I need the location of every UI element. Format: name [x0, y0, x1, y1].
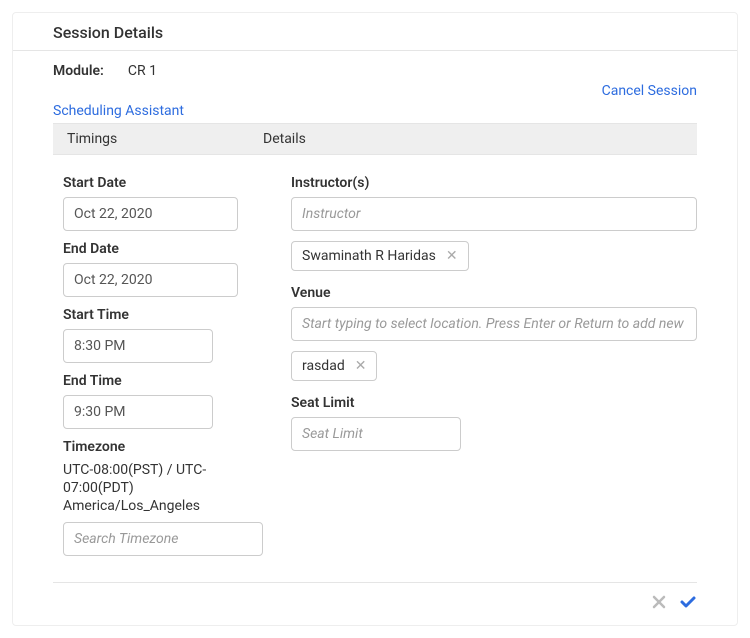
timings-header: Timings — [53, 131, 263, 147]
end-date-label: End Date — [63, 241, 263, 257]
close-icon[interactable]: ✕ — [355, 359, 367, 373]
details-header: Details — [263, 131, 306, 147]
end-time-input[interactable] — [63, 395, 213, 429]
seat-limit-label: Seat Limit — [291, 395, 697, 411]
module-value: CR 1 — [128, 63, 157, 79]
cancel-session-row: Cancel Session — [13, 83, 737, 103]
section-headers: Timings Details — [53, 123, 697, 155]
page-title: Session Details — [53, 23, 697, 42]
panel-header: Session Details — [13, 23, 737, 51]
end-date-input[interactable] — [63, 263, 238, 297]
module-row: Module: CR 1 — [13, 63, 737, 83]
scheduling-assistant-link[interactable]: Scheduling Assistant — [53, 103, 184, 119]
instructor-input[interactable] — [291, 197, 697, 231]
scheduling-assistant-row: Scheduling Assistant — [13, 103, 737, 123]
instructor-chip-label: Swaminath R Haridas — [302, 248, 436, 264]
timings-column: Start Date End Date Start Time End Time … — [63, 169, 263, 566]
start-date-input[interactable] — [63, 197, 238, 231]
check-icon[interactable] — [679, 593, 697, 615]
seat-limit-input[interactable] — [291, 417, 461, 451]
details-column: Instructor(s) Swaminath R Haridas ✕ Venu… — [291, 169, 697, 566]
end-time-label: End Time — [63, 373, 263, 389]
start-date-label: Start Date — [63, 175, 263, 191]
venue-label: Venue — [291, 285, 697, 301]
venue-input[interactable] — [291, 307, 697, 341]
timezone-search-input[interactable] — [63, 522, 263, 556]
close-icon[interactable]: ✕ — [446, 249, 458, 263]
form-area: Start Date End Date Start Time End Time … — [13, 169, 737, 574]
start-time-input[interactable] — [63, 329, 213, 363]
timezone-text: UTC-08:00(PST) / UTC-07:00(PDT) America/… — [63, 461, 263, 516]
venue-chip-label: rasdad — [302, 358, 345, 374]
cancel-session-link[interactable]: Cancel Session — [602, 83, 697, 99]
instructor-chip: Swaminath R Haridas ✕ — [291, 241, 469, 271]
start-time-label: Start Time — [63, 307, 263, 323]
module-label: Module: — [53, 63, 104, 79]
instructors-label: Instructor(s) — [291, 175, 697, 191]
timezone-label: Timezone — [63, 439, 263, 455]
session-details-panel: Session Details Module: CR 1 Cancel Sess… — [12, 12, 738, 626]
venue-chip: rasdad ✕ — [291, 351, 377, 381]
close-icon[interactable] — [651, 594, 667, 614]
footer-actions — [53, 582, 697, 615]
